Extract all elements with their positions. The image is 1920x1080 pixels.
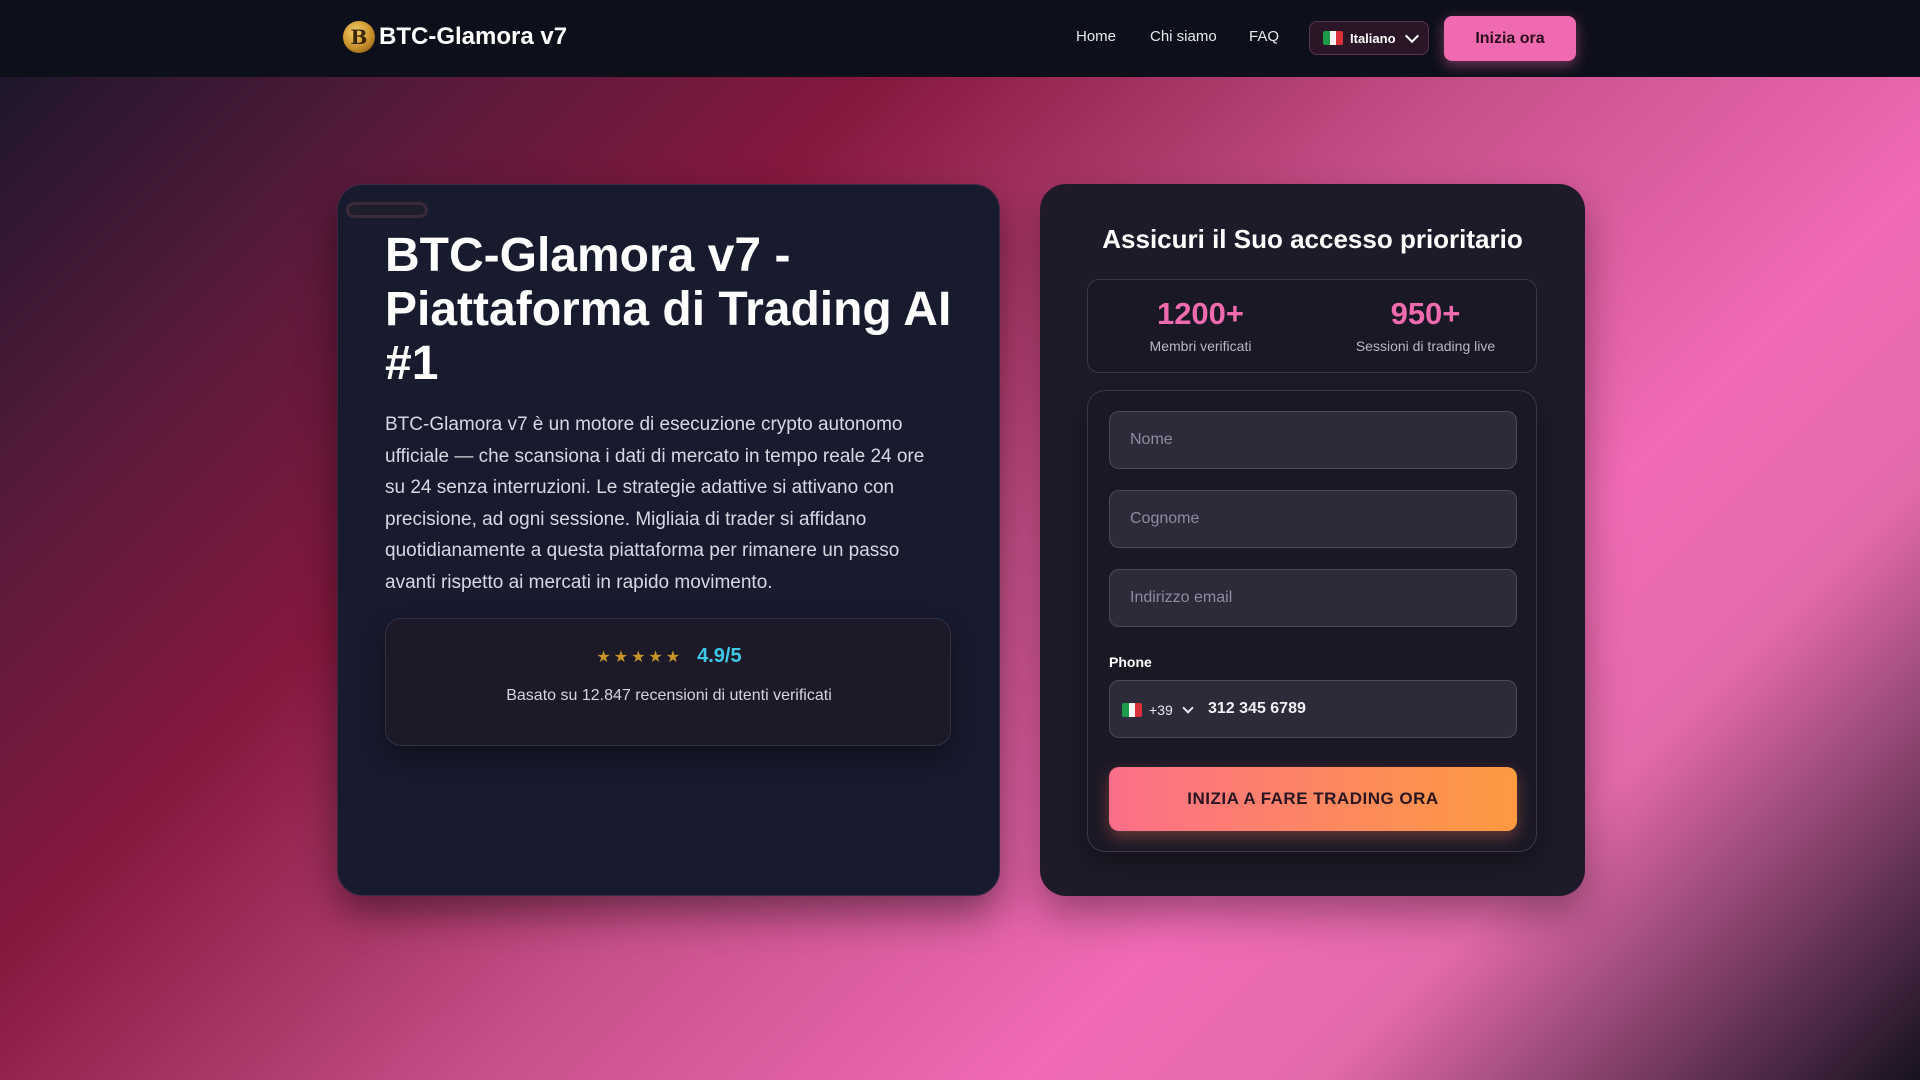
country-code-selector[interactable]: +39: [1122, 702, 1194, 718]
chevron-down-icon: [1404, 28, 1419, 43]
signup-card: Assicuri il Suo accesso prioritario 1200…: [1040, 184, 1585, 896]
hero-description: BTC-Glamora v7 è un motore di esecuzione…: [385, 414, 925, 593]
email-input[interactable]: [1109, 569, 1517, 627]
hero-card: BTC-Glamora v7 - Piattaforma di Trading …: [337, 184, 1000, 896]
first-name-input[interactable]: [1109, 411, 1517, 469]
phone-input[interactable]: [1208, 681, 1508, 737]
stat-value: 1200+: [1156, 296, 1245, 331]
language-label: Italiano: [1350, 30, 1396, 46]
top-navbar: B BTC-Glamora v7 Home Chi siamo FAQ Ital…: [0, 0, 1920, 77]
stat-label: Membri verificati: [1149, 338, 1252, 354]
stat-sessions: 950+ Sessioni di trading live: [1313, 296, 1538, 354]
country-code: +39: [1149, 702, 1173, 718]
rating-subtitle: Basato su 12.847 recensioni di utenti ve…: [506, 687, 832, 704]
signup-form: Phone +39 INIZIA A FARE TRADING ORA: [1087, 390, 1537, 852]
stat-members: 1200+ Membri verificati: [1088, 296, 1313, 354]
brand-name: BTC-Glamora v7: [379, 23, 568, 50]
hero-title: BTC-Glamora v7 - Piattaforma di Trading …: [385, 229, 952, 390]
nav-link-chi-siamo[interactable]: Chi siamo: [1150, 28, 1217, 45]
language-selector[interactable]: Italiano: [1309, 21, 1429, 55]
italy-flag-icon: [1122, 703, 1142, 717]
stats-box: 1200+ Membri verificati 950+ Sessioni di…: [1087, 279, 1537, 373]
start-now-button[interactable]: Inizia ora: [1444, 16, 1576, 61]
signup-title: Assicuri il Suo accesso prioritario: [1102, 224, 1523, 254]
rating-box: ★★★★★ 4.9/5 Basato su 12.847 recensioni …: [385, 618, 951, 746]
chevron-down-icon: [1182, 702, 1194, 714]
nav-link-home[interactable]: Home: [1076, 28, 1116, 45]
rating-score: 4.9/5: [697, 645, 742, 667]
brand[interactable]: B BTC-Glamora v7: [343, 21, 567, 53]
decorative-pill: [346, 202, 428, 218]
stat-label: Sessioni di trading live: [1355, 338, 1496, 354]
logo-coin-icon: B: [343, 21, 375, 53]
phone-label: Phone: [1109, 654, 1152, 670]
last-name-input[interactable]: [1109, 490, 1517, 548]
nav-link-faq[interactable]: FAQ: [1249, 28, 1279, 45]
start-trading-button[interactable]: INIZIA A FARE TRADING ORA: [1109, 767, 1517, 831]
stat-value: 950+: [1390, 296, 1461, 331]
italy-flag-icon: [1323, 31, 1343, 45]
phone-field: +39: [1109, 680, 1517, 738]
star-icon: ★★★★★: [596, 648, 684, 666]
